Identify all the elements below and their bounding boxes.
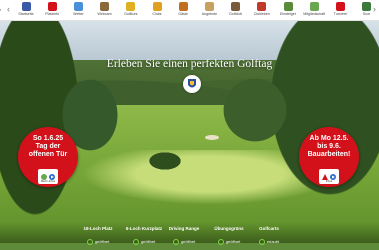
status-item: 18-Loch Platz geöffnet <box>72 226 124 250</box>
nav-item-icon <box>362 2 372 11</box>
nav-item[interactable]: Golfkurs <box>118 2 144 16</box>
course-status-bar: 18-Loch Platz geöffnet 6-Loch Kurzplatz geö… <box>0 222 379 245</box>
nav-item-icon <box>231 2 241 11</box>
badge-line: bis 9.6. <box>317 143 341 150</box>
bush <box>145 150 185 172</box>
hero-background <box>0 0 379 243</box>
nav-item-icon <box>309 2 319 11</box>
nav-item-icon <box>257 2 267 11</box>
nav-item-icon <box>178 2 188 11</box>
status-ok-icon <box>132 239 139 245</box>
status-value-text: geöffnet <box>94 239 110 244</box>
chip-label: Infos <box>325 179 333 183</box>
club-logo[interactable] <box>183 75 201 93</box>
status-ok-icon <box>172 239 179 245</box>
status-value-text: geöffnet <box>180 239 196 244</box>
nav-partial-label: r <box>0 8 2 12</box>
badge-line: Ab Mo 12.5. <box>309 135 349 142</box>
tree <box>215 70 295 150</box>
nav-item[interactable]: Clubs <box>144 2 170 16</box>
nav-item-label: Scor <box>362 12 371 16</box>
nav-item-label: Gäste <box>178 12 188 16</box>
nav-item-label: Golfkurs <box>124 12 138 16</box>
nav-item[interactable]: Angebote <box>196 2 222 16</box>
status-value-text: erlaubt <box>266 239 280 244</box>
club-crest-icon <box>188 79 196 88</box>
badge-line: Bauarbeiten! <box>307 151 351 158</box>
nav-item-label: Startseite <box>18 12 34 16</box>
nav-item[interactable]: Mitgliedschaft <box>301 2 327 16</box>
nav-item[interactable]: Wetter <box>65 2 91 16</box>
status-value: geöffnet <box>217 239 241 245</box>
nav-item-icon <box>283 2 293 11</box>
status-value: geöffnet <box>172 239 196 245</box>
nav-item-label: Platzinfo <box>45 12 60 16</box>
status-item: Golfcarts erlaubt <box>243 226 295 250</box>
nav-item[interactable]: Gäste <box>170 2 196 16</box>
nav-item-label: Mitgliedschaft <box>303 12 326 16</box>
status-value: geöffnet <box>132 239 156 245</box>
info-chip[interactable]: Infos <box>319 169 339 184</box>
nav-item-label: Angebote <box>201 12 218 16</box>
badge-line: Tag der <box>35 143 61 150</box>
badge-line: offenen Tür <box>28 151 68 158</box>
open-day-badge[interactable]: So 1.6.25 Tag der offenen Tür Mehr Infos <box>18 127 78 187</box>
nav-item-icon <box>126 2 136 11</box>
nav-item-label: Wetter <box>73 12 84 16</box>
status-value: geöffnet <box>86 239 110 245</box>
status-value-text: geöffnet <box>140 239 156 244</box>
page-headline: Erleben Sie einen perfekten Golftag <box>106 58 273 70</box>
nav-item[interactable]: Turniere <box>327 2 353 16</box>
nav-item-icon <box>335 2 345 11</box>
nav-item-label: Clubs <box>152 12 162 16</box>
nav-item-icon <box>21 2 31 11</box>
nav-item[interactable]: Webcam <box>92 2 118 16</box>
top-navigation: r ‹ › Startseite Platzinfo Wetter Webcam Gol… <box>0 0 379 21</box>
nav-item[interactable]: Scor <box>354 2 379 16</box>
nav-item[interactable]: Clubleben <box>249 2 275 16</box>
chip-label: Mehr Infos <box>40 179 56 183</box>
nav-item-label: Turniere <box>333 12 348 16</box>
nav-item-icon <box>73 2 83 11</box>
status-value-text: geöffnet <box>225 239 241 244</box>
nav-item[interactable]: Einsteiger <box>275 2 301 16</box>
more-info-chip[interactable]: Mehr Infos <box>38 169 58 184</box>
nav-item-label: Einsteiger <box>280 12 296 16</box>
nav-item[interactable]: Startseite <box>13 2 39 16</box>
nav-item[interactable]: Golfclub <box>223 2 249 16</box>
nav-item-icon <box>152 2 162 11</box>
nav-item[interactable]: Platzinfo <box>39 2 65 16</box>
status-title: Golfcarts <box>259 226 279 231</box>
nav-prev-arrow[interactable]: ‹ <box>7 4 10 14</box>
bunker <box>205 135 219 140</box>
status-ok-icon <box>258 239 265 245</box>
badge-line: So 1.6.25 <box>32 135 64 142</box>
nav-item-icon <box>47 2 57 11</box>
nav-item-icon <box>204 2 214 11</box>
status-title: 18-Loch Platz <box>83 226 113 231</box>
nav-item-label: Clubleben <box>253 12 270 16</box>
status-value: erlaubt <box>258 239 280 245</box>
status-ok-icon <box>86 239 93 245</box>
nav-item-icon <box>100 2 110 11</box>
status-ok-icon <box>217 239 224 245</box>
construction-badge[interactable]: Ab Mo 12.5. bis 9.6. Bauarbeiten! Infos <box>299 127 359 187</box>
nav-item-label: Webcam <box>97 12 112 16</box>
nav-item-label: Golfclub <box>229 12 243 16</box>
